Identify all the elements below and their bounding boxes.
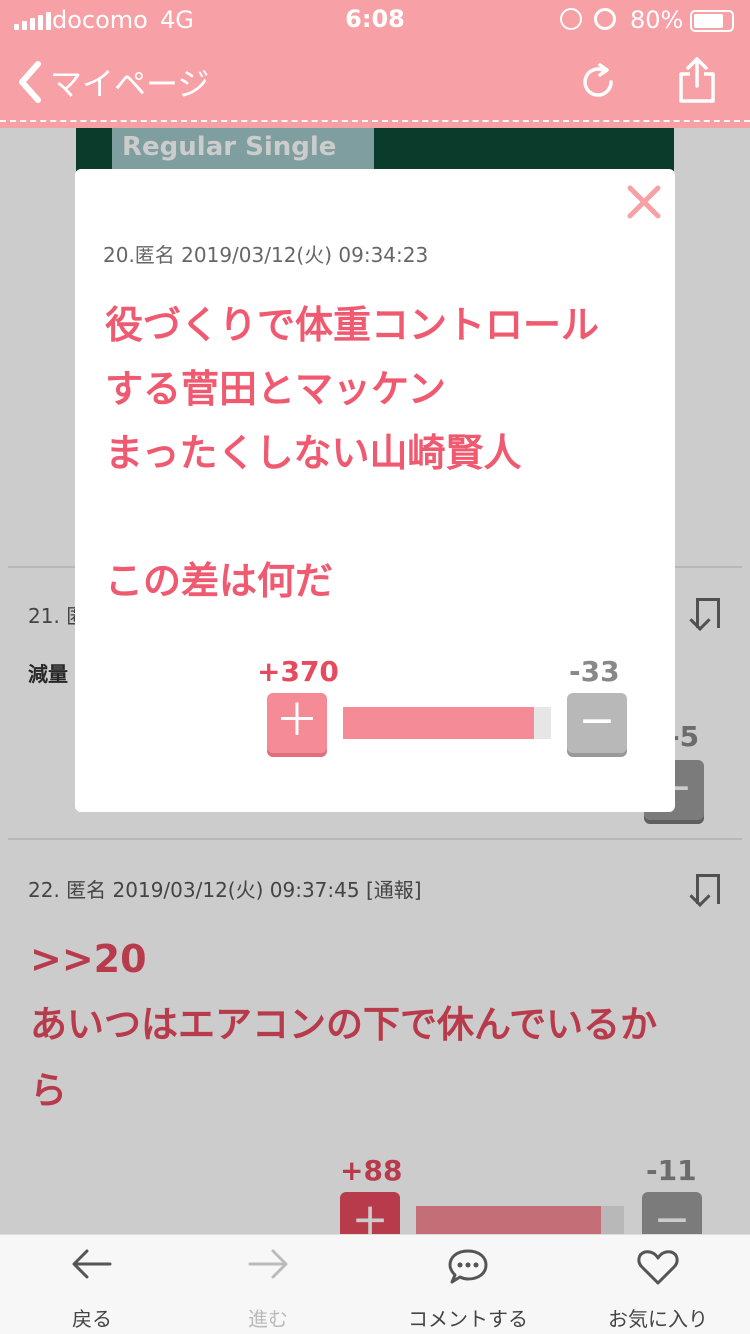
comment-body: 役づくりで体重コントロール する菅田とマッケン まったくしない山崎賢人 この差は… [105,293,665,613]
rotation-lock-icon [560,8,582,30]
navigation-bar: マイページ [0,40,750,126]
back-button[interactable]: 戻る [42,1235,142,1334]
comment-line: 役づくりで体重コントロール [105,303,600,347]
favorite-button[interactable]: お気に入り [598,1235,718,1334]
comment-line: この差は何だ [105,559,334,603]
reload-icon[interactable] [578,62,618,102]
comment-meta: 20.匿名 2019/03/12(火) 09:34:23 [103,243,429,267]
comment-label: コメントする [408,1307,528,1331]
minus-count: -33 [569,655,620,688]
minus-symbol: − [578,695,616,746]
comment-bubble-icon [448,1249,488,1284]
comment-button[interactable]: コメントする [398,1235,538,1334]
battery-percent: 80% [630,6,684,34]
arrow-left-icon [72,1249,112,1279]
plus-count: +370 [257,655,339,688]
battery-icon [690,10,734,32]
back-label: マイページ [50,65,210,103]
status-bar: docomo 4G 6:08 80% [0,0,750,40]
heart-icon [637,1250,679,1285]
forward-button[interactable]: 進む [218,1235,318,1334]
comment-line [105,485,665,549]
comment-line: する菅田とマッケン [105,367,446,411]
arrow-right-icon [248,1249,288,1279]
favorite-label: お気に入り [608,1307,708,1331]
chevron-left-icon [19,61,41,103]
alarm-icon [594,8,616,30]
bottom-toolbar: 戻る 進む コメントする お気に入り [0,1234,750,1334]
plus-button[interactable]: ＋ [267,693,327,753]
vote-ratio-fill [343,707,535,739]
plus-symbol: ＋ [275,695,319,746]
share-icon[interactable] [676,56,718,104]
comment-modal: 20.匿名 2019/03/12(火) 09:34:23 役づくりで体重コントロ… [75,169,675,812]
comment-line: まったくしない山崎賢人 [105,431,522,475]
minus-button[interactable]: − [567,693,627,753]
vote-ratio-bar [343,707,551,739]
back-to-mypage-button[interactable]: マイページ [16,56,209,108]
back-label: 戻る [72,1307,112,1331]
close-icon[interactable] [625,183,663,221]
header-bar: docomo 4G 6:08 80% マイページ [0,0,750,128]
forward-label: 進む [248,1307,288,1331]
